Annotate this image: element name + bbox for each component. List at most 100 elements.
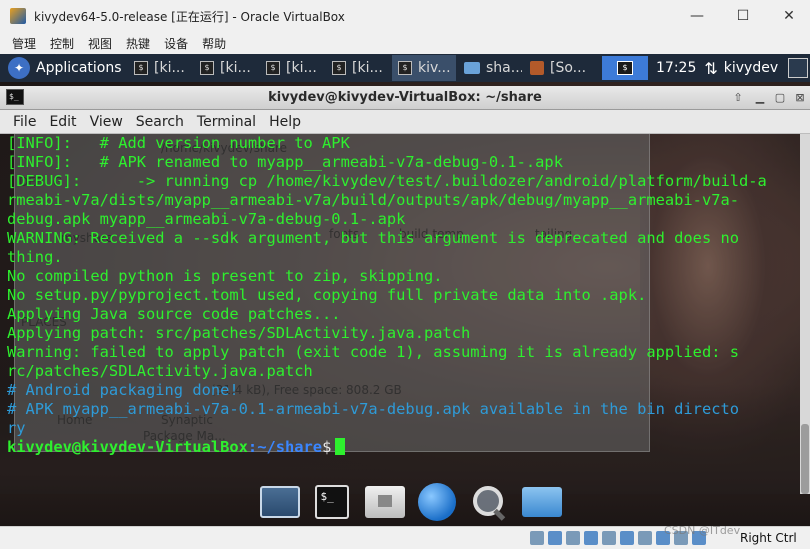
- virtualbox-icon: [10, 8, 26, 24]
- audio-icon[interactable]: [548, 531, 562, 545]
- taskbar-item-terminal-3[interactable]: $ [ki...: [260, 55, 324, 81]
- menu-devices[interactable]: 设备: [164, 35, 188, 52]
- dock-search[interactable]: [468, 481, 510, 523]
- dock-show-desktop[interactable]: [259, 481, 301, 523]
- terminal-line: Warning: failed to apply patch (exit cod…: [7, 343, 740, 361]
- terminal-icon: $: [398, 61, 412, 75]
- terminal-icon: $: [617, 61, 633, 75]
- terminal-line: No compiled python is present to zip, sk…: [7, 267, 443, 285]
- panel-clock[interactable]: 17:25: [656, 60, 696, 76]
- taskbar-item-terminal-4[interactable]: $ [ki...: [326, 55, 390, 81]
- terminal-window: $_ kivydev@kivydev-VirtualBox: ~/share ⇧…: [0, 86, 810, 494]
- terminal-lines: [INFO]: # Add version number to APK [INFO…: [7, 134, 767, 457]
- task-label: kiv...: [418, 60, 451, 76]
- web-browser-icon: [418, 483, 457, 521]
- host-window-title: kivydev64-5.0-release [正在运行] - Oracle Vi…: [34, 9, 345, 24]
- terminal-menu-help[interactable]: Help: [269, 114, 301, 130]
- maximize-button[interactable]: ☐: [720, 0, 766, 32]
- dock-terminal[interactable]: $_: [311, 481, 353, 523]
- minimize-icon: —: [690, 8, 704, 24]
- terminal-line: # APK myapp__armeabi-v7a-0.1-armeabi-v7a…: [7, 400, 740, 418]
- home-folder-icon: [364, 486, 405, 518]
- terminal-line: # Android packaging done!: [7, 381, 239, 399]
- prompt-symbol: $: [322, 438, 332, 456]
- panel-user[interactable]: kivydev: [724, 60, 778, 76]
- task-label: [ki...: [154, 60, 185, 76]
- search-icon: [471, 484, 507, 520]
- terminal-line: [INFO]: # Add version number to APK: [7, 134, 350, 152]
- optical-drive-icon[interactable]: [530, 531, 544, 545]
- terminal-line: Applying Java source code patches...: [7, 305, 341, 323]
- terminal-icon: $: [200, 61, 214, 75]
- terminal-icon: $: [332, 61, 346, 75]
- menu-control[interactable]: 控制: [50, 35, 74, 52]
- close-icon: ✕: [783, 8, 795, 24]
- xfce-panel: ✦ Applications $ [ki... $ [ki... $ [ki... $…: [0, 54, 810, 82]
- terminal-icon: $: [266, 61, 280, 75]
- package-icon: [530, 61, 544, 75]
- terminal-scrollbar-thumb[interactable]: [801, 424, 809, 494]
- terminal-minimize-icon[interactable]: ▁: [752, 90, 768, 106]
- dock-browser[interactable]: [416, 481, 458, 523]
- taskbar-item-software[interactable]: [So...: [524, 55, 588, 81]
- task-label: [So...: [550, 60, 587, 76]
- terminal-icon: $: [134, 61, 148, 75]
- workspace-switcher[interactable]: $: [602, 56, 648, 80]
- prompt-user: kivydev@kivydev-VirtualBox: [7, 438, 248, 456]
- close-button[interactable]: ✕: [766, 0, 810, 32]
- terminal-menu-bar: File Edit View Search Terminal Help: [0, 110, 810, 134]
- terminal-output[interactable]: [INFO]: # Add version number to APK [INFO…: [0, 134, 800, 494]
- task-label: [ki...: [286, 60, 317, 76]
- menu-help[interactable]: 帮助: [202, 35, 226, 52]
- host-title-bar: kivydev64-5.0-release [正在运行] - Oracle Vi…: [0, 0, 810, 32]
- guest-desktop: ✦ Applications $ [ki... $ [ki... $ [ki... $…: [0, 54, 810, 526]
- terminal-line: ry: [7, 419, 26, 437]
- menu-manage[interactable]: 管理: [12, 35, 36, 52]
- terminal-shade-icon[interactable]: ⇧: [730, 90, 746, 106]
- menu-view[interactable]: 视图: [88, 35, 112, 52]
- terminal-menu-edit[interactable]: Edit: [49, 114, 76, 130]
- task-label: sha...: [486, 60, 522, 76]
- network-icon[interactable]: [566, 531, 580, 545]
- terminal-line: [DEBUG]: -> running cp /home/kivydev/tes…: [7, 172, 767, 190]
- terminal-close-icon[interactable]: ⊠: [792, 90, 808, 106]
- terminal-maximize-icon[interactable]: ▢: [772, 90, 788, 106]
- network-transfer-icon[interactable]: ⇅: [704, 59, 717, 78]
- terminal-line: thing.: [7, 248, 63, 266]
- usb-icon[interactable]: [584, 531, 598, 545]
- recording-icon[interactable]: [638, 531, 652, 545]
- terminal-scrollbar[interactable]: [800, 134, 810, 494]
- terminal-menu-terminal[interactable]: Terminal: [197, 114, 256, 130]
- terminal-icon: $_: [315, 485, 350, 519]
- taskbar-item-terminal-1[interactable]: $ [ki...: [128, 55, 192, 81]
- terminal-line: WARNING: Received a --sdk argument, but …: [7, 229, 740, 247]
- terminal-title: kivydev@kivydev-VirtualBox: ~/share: [268, 90, 542, 105]
- minimize-button[interactable]: —: [674, 0, 720, 32]
- panel-action-button[interactable]: [788, 58, 809, 78]
- dock-folder[interactable]: [521, 481, 563, 523]
- shared-folder-icon[interactable]: [602, 531, 616, 545]
- applications-menu-button[interactable]: ✦ Applications: [0, 54, 128, 82]
- terminal-line: rc/patches/SDLActivity.java.patch: [7, 362, 313, 380]
- terminal-menu-search[interactable]: Search: [136, 114, 184, 130]
- menu-hotkey[interactable]: 热键: [126, 35, 150, 52]
- terminal-line: No setup.py/pyproject.toml used, copying…: [7, 286, 647, 304]
- taskbar-item-share-folder[interactable]: sha...: [458, 55, 522, 81]
- taskbar-item-terminal-active[interactable]: $ kiv...: [392, 55, 456, 81]
- terminal-line: [INFO]: # APK renamed to myapp__armeabi-…: [7, 153, 563, 171]
- terminal-title-bar[interactable]: $_ kivydev@kivydev-VirtualBox: ~/share ⇧…: [0, 86, 810, 110]
- terminal-line: Applying patch: src/patches/SDLActivity.…: [7, 324, 471, 342]
- terminal-prompt[interactable]: kivydev@kivydev-VirtualBox:~/share$: [7, 438, 767, 457]
- task-label: [ki...: [352, 60, 383, 76]
- task-label: [ki...: [220, 60, 251, 76]
- maximize-icon: ☐: [736, 8, 750, 24]
- terminal-menu-view[interactable]: View: [90, 114, 123, 130]
- applications-label: Applications: [36, 60, 122, 76]
- terminal-menu-file[interactable]: File: [13, 114, 36, 130]
- dock-home[interactable]: [364, 481, 406, 523]
- display-icon[interactable]: [620, 531, 634, 545]
- taskbar-item-terminal-2[interactable]: $ [ki...: [194, 55, 258, 81]
- terminal-line: debug.apk myapp__armeabi-v7a-debug-0.1-.…: [7, 210, 406, 228]
- watermark: CSDN @ITdev: [664, 524, 741, 537]
- folder-icon: [464, 62, 480, 74]
